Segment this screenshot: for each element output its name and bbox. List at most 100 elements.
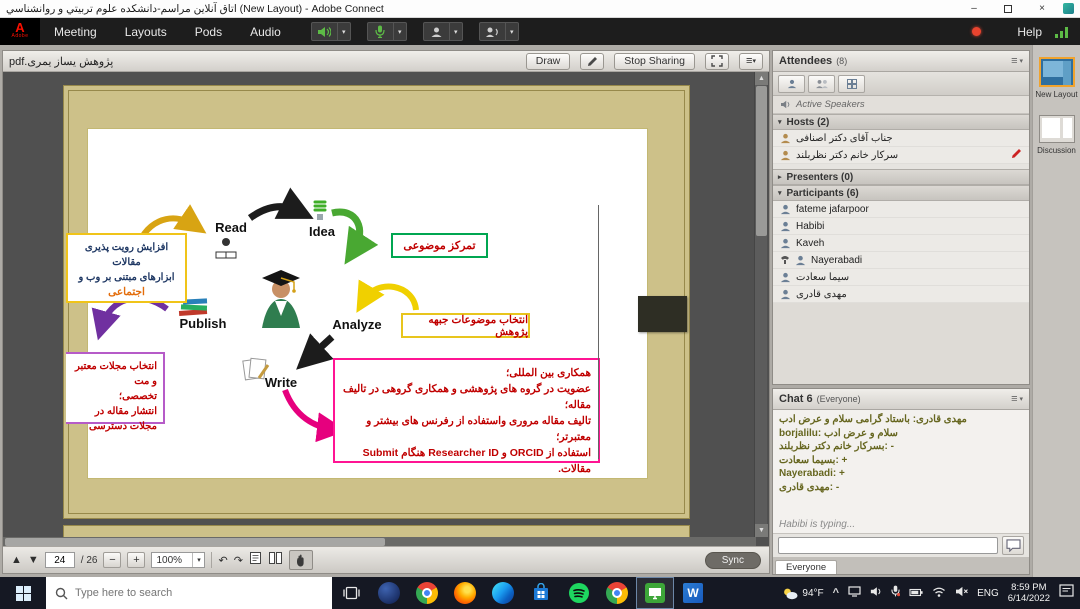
horizontal-scrollbar-thumb[interactable] xyxy=(5,538,385,546)
zoom-dropdown-icon[interactable]: ▾ xyxy=(192,553,204,567)
menu-audio[interactable]: Audio xyxy=(236,18,295,45)
fullscreen-button[interactable] xyxy=(705,53,729,70)
redo-button[interactable]: ↷ xyxy=(234,554,243,567)
menu-layouts[interactable]: Layouts xyxy=(111,18,181,45)
shared-document-title: پژوهش یساز یمری.pdf xyxy=(9,55,113,68)
app-icon-mail[interactable] xyxy=(370,577,408,609)
layout-thumb-region xyxy=(1042,118,1060,138)
start-button[interactable] xyxy=(0,577,46,609)
attendee-row[interactable]: مهدی قادری xyxy=(773,286,1029,303)
presenters-section-header[interactable]: ▸ Presenters (0) xyxy=(773,169,1029,185)
app-icon-firefox[interactable] xyxy=(446,577,484,609)
visibility-tools-box: افزایش رویت پذیری مقالات ابزارهای مبتنی … xyxy=(66,233,187,303)
webcam-button[interactable] xyxy=(423,22,450,41)
webcam-dropdown[interactable]: ▾ xyxy=(450,22,463,41)
page-number-input[interactable] xyxy=(45,552,75,568)
search-input[interactable] xyxy=(75,587,323,599)
taskbar-search[interactable] xyxy=(46,577,332,609)
typing-indicator: Habibi is typing... xyxy=(779,519,1023,530)
attendee-name: سرکار خانم دکتر نظربلند xyxy=(796,150,898,161)
tray-microphone-icon[interactable] xyxy=(891,584,900,602)
tray-battery-icon[interactable] xyxy=(909,584,923,602)
speaker-icon xyxy=(317,26,331,38)
action-center-button[interactable] xyxy=(1059,584,1074,602)
zoom-out-button[interactable]: − xyxy=(103,552,121,568)
close-button[interactable]: × xyxy=(1025,0,1059,17)
fit-width-button[interactable] xyxy=(268,551,283,570)
pen-tool-button[interactable] xyxy=(580,53,604,70)
attendee-view-button[interactable] xyxy=(808,75,835,93)
vertical-scrollbar-thumb[interactable] xyxy=(756,86,767,236)
menu-meeting[interactable]: Meeting xyxy=(40,18,111,45)
layout-new-layout[interactable] xyxy=(1039,57,1075,87)
attendees-count: (8) xyxy=(836,56,847,66)
scroll-up-arrow[interactable]: ▲ xyxy=(755,72,768,85)
app-icon-connect-screenshare[interactable] xyxy=(636,577,674,609)
chat-input[interactable] xyxy=(778,537,998,554)
breakout-room-button[interactable] xyxy=(838,75,865,93)
attendee-row[interactable]: Nayerabadi xyxy=(773,252,1029,269)
attendee-row[interactable]: Habibi xyxy=(773,218,1029,235)
app-icon-chrome-2[interactable] xyxy=(598,577,636,609)
hidden-icons-chevron[interactable]: ^ xyxy=(833,587,839,599)
chat-pod-menu-button[interactable]: ≡▾ xyxy=(1011,393,1023,405)
zoom-level-select[interactable]: 100% ▾ xyxy=(151,552,205,568)
reading-person-icon xyxy=(212,236,240,267)
horizontal-scrollbar[interactable] xyxy=(3,537,756,546)
taskbar-clock[interactable]: 8:59 PM 6/14/2022 xyxy=(1008,582,1050,604)
attendee-status-button[interactable] xyxy=(778,75,805,93)
zoom-in-button[interactable]: + xyxy=(127,552,145,568)
next-page-button[interactable]: ▼ xyxy=(28,554,39,566)
speaker-rights-button[interactable] xyxy=(479,22,506,41)
app-icon-edge[interactable] xyxy=(484,577,522,609)
phone-icon xyxy=(780,255,790,265)
attendees-pod-menu-button[interactable]: ≡▾ xyxy=(1011,55,1023,67)
sync-button[interactable]: Sync xyxy=(705,552,761,569)
app-icon-chrome[interactable] xyxy=(408,577,446,609)
share-pod-menu-button[interactable]: ≡▾ xyxy=(739,53,763,70)
attendee-row[interactable]: Kaveh xyxy=(773,235,1029,252)
menu-pods[interactable]: Pods xyxy=(181,18,236,45)
tray-speaker-icon[interactable] xyxy=(870,584,882,602)
taskbar-weather[interactable]: 94°F xyxy=(782,587,823,600)
microphone-button[interactable] xyxy=(367,22,394,41)
maximize-button[interactable] xyxy=(991,0,1025,17)
slide-divider-line xyxy=(598,205,599,459)
attendee-row[interactable]: سیما سعادت xyxy=(773,269,1029,286)
participants-header-label: Participants (6) xyxy=(787,188,859,199)
menu-help[interactable]: Help xyxy=(1007,25,1052,39)
tray-wifi-icon[interactable] xyxy=(932,584,946,602)
tray-monitor-icon[interactable] xyxy=(848,584,861,602)
stop-sharing-button[interactable]: Stop Sharing xyxy=(614,53,695,70)
vertical-scrollbar[interactable]: ▲ ▼ xyxy=(754,72,767,537)
draw-button[interactable]: Draw xyxy=(526,53,571,70)
speaker-dropdown[interactable]: ▾ xyxy=(338,22,351,41)
tray-volume-muted-icon[interactable] xyxy=(955,584,968,602)
speaker-button[interactable] xyxy=(311,22,338,41)
attendee-row[interactable]: fateme jafarpoor xyxy=(773,201,1029,218)
app-icon-store[interactable] xyxy=(522,577,560,609)
scroll-down-arrow[interactable]: ▼ xyxy=(755,524,768,537)
minimize-button[interactable]: – xyxy=(957,0,991,17)
fit-page-button[interactable] xyxy=(249,551,262,570)
send-message-button[interactable] xyxy=(1002,536,1024,555)
microphone-dropdown[interactable]: ▾ xyxy=(394,22,407,41)
speaker-rights-dropdown[interactable]: ▾ xyxy=(506,22,519,41)
app-icon-spotify[interactable] xyxy=(560,577,598,609)
pan-tool-button[interactable] xyxy=(289,550,313,570)
weather-temperature: 94°F xyxy=(802,588,823,599)
chat-message-area[interactable]: مهدی قادری: باستاد گرامی سلام و عرض ادب … xyxy=(773,410,1029,533)
connection-signal-icon[interactable] xyxy=(1054,26,1070,38)
attendee-row-host[interactable]: سرکار خانم دکتر نظربلند xyxy=(773,147,1029,164)
task-view-button[interactable] xyxy=(332,577,370,609)
undo-button[interactable]: ↶ xyxy=(218,554,227,567)
participants-section-header[interactable]: ▾ Participants (6) xyxy=(773,185,1029,201)
app-icon-word[interactable]: W xyxy=(674,577,712,609)
hosts-section-header[interactable]: ▾ Hosts (2) xyxy=(773,114,1029,130)
attendee-row-host[interactable]: جناب آقای دکتر اصنافی xyxy=(773,130,1029,147)
tab-everyone[interactable]: Everyone xyxy=(775,560,837,574)
layout-discussion[interactable] xyxy=(1039,115,1075,143)
previous-page-button[interactable]: ▲ xyxy=(11,554,22,566)
language-indicator[interactable]: ENG xyxy=(977,588,999,599)
system-tray: 94°F ^ ENG 8:59 PM 6/14/2022 xyxy=(782,577,1080,609)
